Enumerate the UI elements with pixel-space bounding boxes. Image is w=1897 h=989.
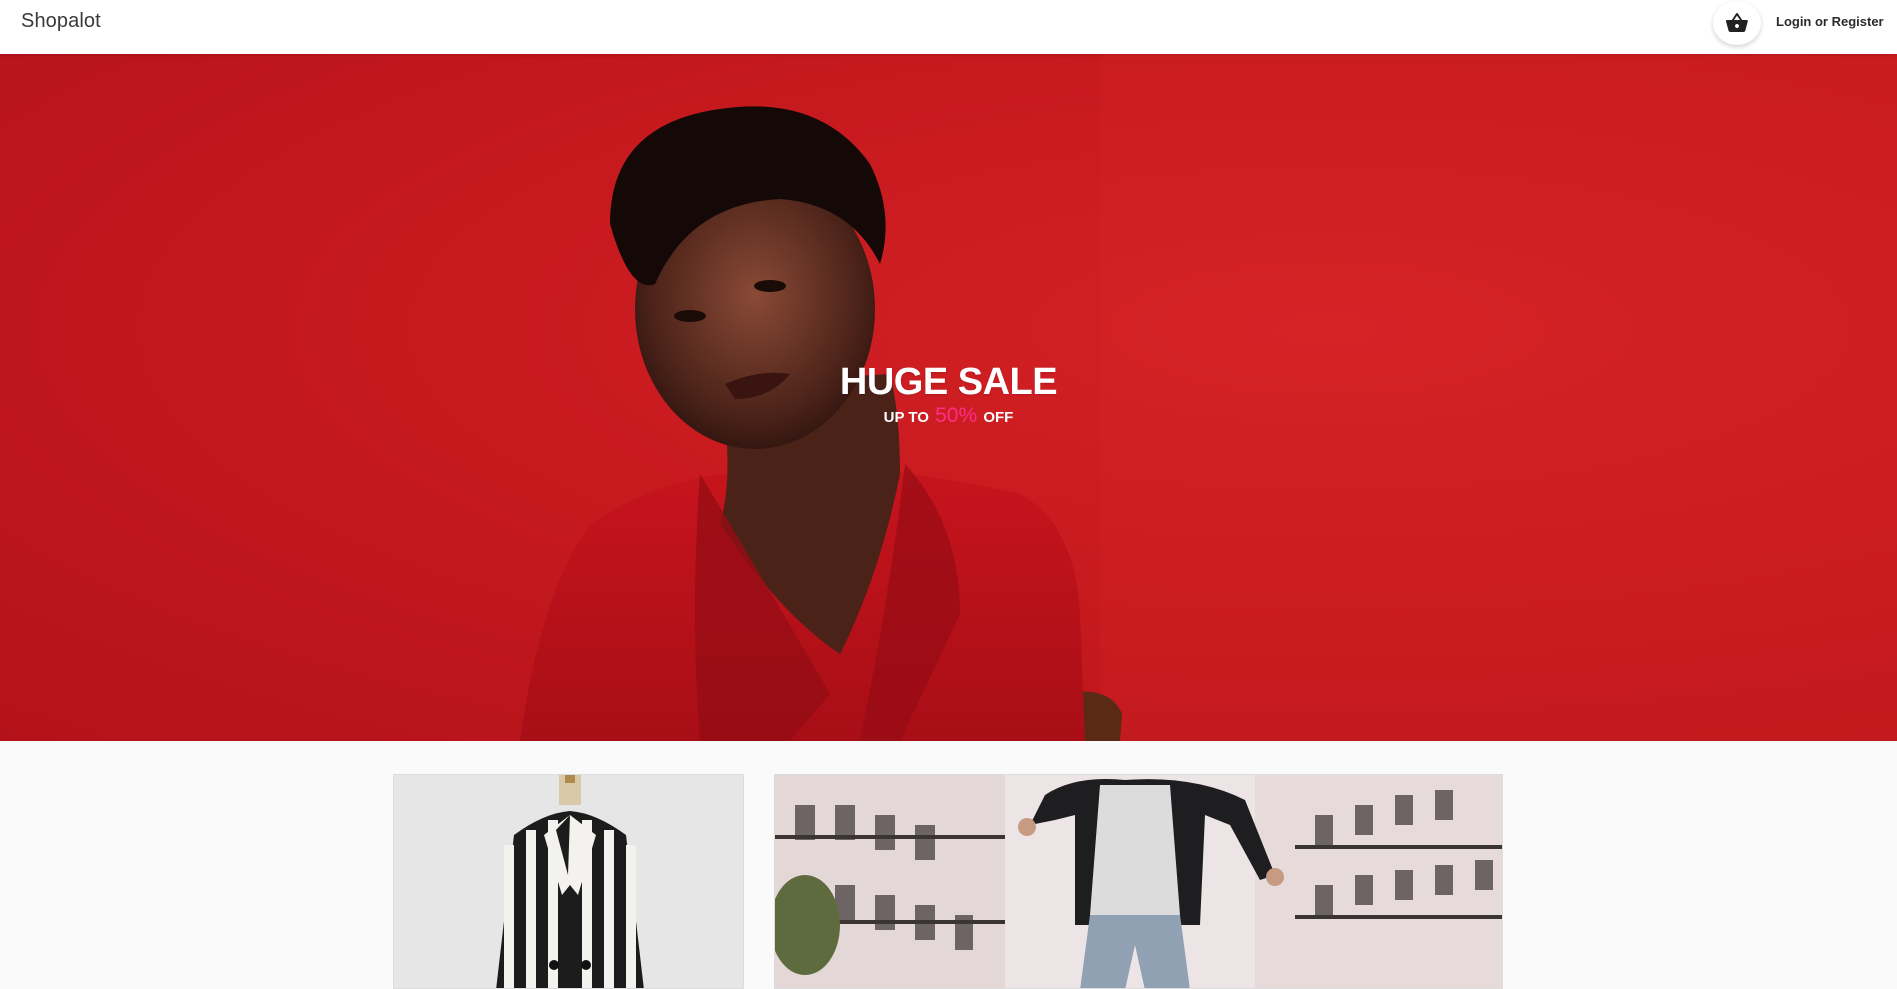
hero-text: HUGE SALE UP TO 50% OFF bbox=[0, 360, 1897, 430]
cart-button[interactable] bbox=[1713, 1, 1761, 45]
man-jumping-street-image bbox=[775, 775, 1502, 988]
basket-icon bbox=[1726, 13, 1748, 32]
login-register-link[interactable]: Login or Register bbox=[1776, 14, 1884, 29]
striped-blazer-image bbox=[394, 775, 743, 988]
hero-title: HUGE SALE bbox=[839, 361, 1058, 403]
product-tile-streetwear[interactable] bbox=[774, 774, 1503, 989]
brand-logo[interactable]: Shopalot bbox=[21, 10, 101, 33]
hero-banner[interactable]: HUGE SALE UP TO 50% OFF bbox=[0, 54, 1897, 741]
product-tile-blazer[interactable] bbox=[393, 774, 744, 989]
top-nav: Shopalot Login or Register bbox=[0, 0, 1897, 54]
hero-subtitle-suffix: OFF bbox=[983, 409, 1014, 426]
hero-subtitle-prefix: UP TO bbox=[883, 409, 929, 426]
hero-subtitle: UP TO 50% OFF bbox=[0, 404, 1897, 430]
hero-discount: 50% bbox=[935, 404, 978, 427]
